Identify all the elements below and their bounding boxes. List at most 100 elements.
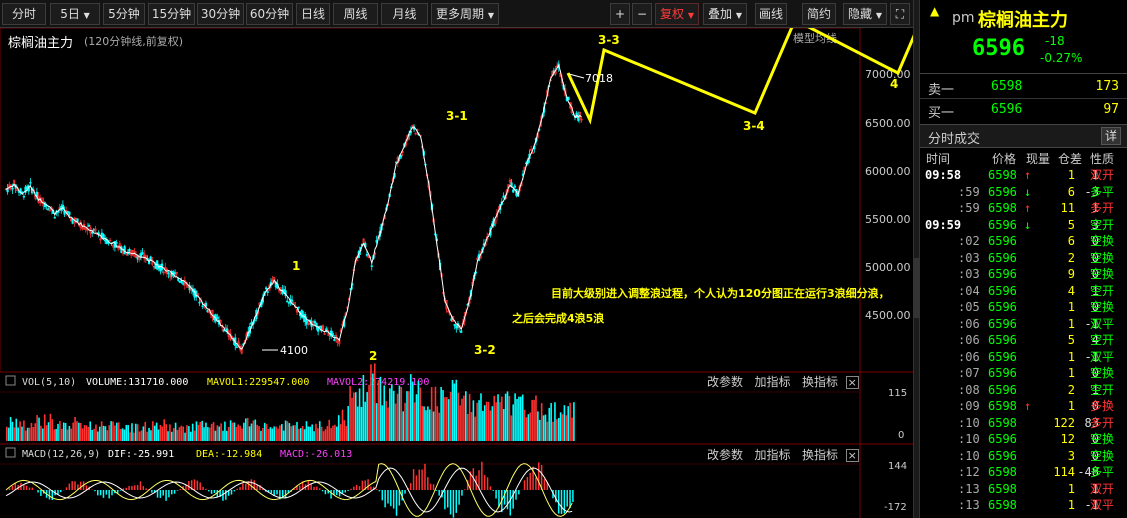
chart-area[interactable]: 7000.00 6500.00 6000.00 5500.00 5000.00 … xyxy=(0,28,913,518)
tick-time: :05 xyxy=(958,300,980,314)
volume-bar xyxy=(514,393,516,441)
period-tab-day[interactable]: 日线 xyxy=(296,3,330,25)
period-tab-5day[interactable]: 5日 ▼ xyxy=(50,3,100,25)
simple-mode-button[interactable]: 简约 xyxy=(802,3,836,25)
macd-indicator-name: MACD(12,26,9) xyxy=(22,449,100,460)
volume-switch-indicator-link[interactable]: 换指标 xyxy=(802,375,838,389)
volume-bar xyxy=(224,421,226,441)
volume-bar xyxy=(506,391,509,441)
macd-bar xyxy=(222,490,224,501)
macd-bar xyxy=(236,488,238,490)
tick-row: :07 6596 1 0 空换 xyxy=(920,365,1127,382)
volume-bar xyxy=(229,420,232,441)
chevron-down-icon: ▼ xyxy=(83,11,90,20)
volume-add-indicator-link[interactable]: 加指标 xyxy=(754,375,790,389)
contract-name: 棕榈油主力 xyxy=(978,10,1068,31)
volume-bar xyxy=(565,415,568,441)
mavol1-value: MAVOL1:229547.000 xyxy=(207,377,309,388)
period-tab-intraday[interactable]: 分时 xyxy=(2,3,46,25)
volume-bar xyxy=(485,401,488,441)
tick-time: :10 xyxy=(958,432,980,446)
col-time: 时间 xyxy=(926,152,951,166)
period-tab-60min[interactable]: 60分钟 xyxy=(246,3,293,25)
volume-bar xyxy=(246,418,249,441)
candle-body xyxy=(22,195,25,198)
volume-help-icon[interactable] xyxy=(5,375,16,386)
wave-label-3-4: 3-4 xyxy=(743,119,765,133)
macd-bar xyxy=(40,490,42,496)
period-tab-month[interactable]: 月线 xyxy=(381,3,428,25)
overlay-button[interactable]: 叠加 ▼ xyxy=(703,3,747,25)
macd-help-icon[interactable] xyxy=(5,447,16,458)
macd-bar xyxy=(313,486,315,490)
volume-bar xyxy=(129,432,131,441)
volume-edit-params-link[interactable]: 改参数 xyxy=(707,375,743,389)
macd-axis-bottom: -172 xyxy=(884,502,907,513)
volume-bar xyxy=(148,427,150,441)
tick-time: :04 xyxy=(958,283,980,298)
macd-bar xyxy=(8,488,11,490)
zoom-out-button[interactable]: − xyxy=(632,3,652,25)
volume-bar xyxy=(501,396,503,441)
tick-row: :05 6596 1 0 空换 xyxy=(920,299,1127,316)
period-tab-week[interactable]: 周线 xyxy=(333,3,378,25)
macd-switch-indicator-link[interactable]: 换指标 xyxy=(802,448,838,462)
close-icon[interactable]: × xyxy=(845,449,859,462)
hide-button[interactable]: 隐藏 ▼ xyxy=(843,3,887,25)
macd-bar xyxy=(142,486,145,490)
volume-bar xyxy=(440,386,442,441)
macd-bar xyxy=(25,485,28,490)
macd-bar xyxy=(452,490,455,518)
ask-label: 卖一 xyxy=(928,83,955,98)
macd-bar xyxy=(424,463,426,490)
volume-bar xyxy=(180,425,183,441)
macd-add-indicator-link[interactable]: 加指标 xyxy=(754,448,790,462)
tick-nature: 双开 xyxy=(1090,168,1115,182)
detail-button[interactable]: 详 xyxy=(1101,127,1121,145)
macd-bar xyxy=(486,477,489,490)
volume-bar xyxy=(436,406,439,441)
macd-bar xyxy=(318,488,321,490)
candle-body xyxy=(198,301,201,304)
volume-bar xyxy=(356,406,359,441)
draw-line-button[interactable]: 画线 xyxy=(755,3,787,25)
volume-bar xyxy=(391,384,393,441)
sidebar-collapse-handle[interactable] xyxy=(913,0,920,518)
last-price: 6596 xyxy=(972,36,1025,61)
tick-nature: 空换 xyxy=(1090,234,1115,248)
macd-bar xyxy=(99,490,102,496)
tick-price: 6596 xyxy=(988,432,1017,446)
volume-bar xyxy=(381,405,384,441)
macd-bar xyxy=(28,487,31,490)
tick-row: :08 6596 2 1 空开 xyxy=(920,382,1127,399)
volume-bar xyxy=(544,414,547,441)
candle-body xyxy=(370,265,373,267)
tick-volume: 122 xyxy=(1053,415,1075,430)
fullscreen-icon[interactable]: ⛶ xyxy=(890,3,910,25)
period-tab-more[interactable]: 更多周期 ▼ xyxy=(431,3,499,25)
macd-bar xyxy=(60,490,62,493)
macd-edit-params-link[interactable]: 改参数 xyxy=(707,448,743,462)
volume-bar xyxy=(529,412,532,441)
volume-bar xyxy=(428,409,431,441)
tick-row: :59 6596 ↓ 6 -3 多平 xyxy=(920,184,1127,201)
adjust-price-button[interactable]: 复权 ▼ xyxy=(655,3,699,25)
period-tab-5min[interactable]: 5分钟 xyxy=(103,3,145,25)
volume-bar xyxy=(470,411,473,441)
scroll-handle[interactable] xyxy=(914,258,919,318)
close-icon[interactable]: × xyxy=(845,376,859,389)
macd-bar xyxy=(94,490,96,492)
macd-bar xyxy=(350,488,352,490)
volume-bar xyxy=(13,427,16,441)
candle-body xyxy=(512,189,515,193)
macd-bar xyxy=(438,490,440,496)
zoom-in-button[interactable]: + xyxy=(610,3,630,25)
volume-bar xyxy=(6,426,8,441)
period-tab-15min[interactable]: 15分钟 xyxy=(148,3,195,25)
volume-bar xyxy=(298,428,300,441)
tick-time: :09 xyxy=(958,399,980,413)
volume-bar xyxy=(400,387,403,441)
bid-label: 买一 xyxy=(928,106,955,121)
period-tab-30min[interactable]: 30分钟 xyxy=(197,3,244,25)
volume-bar xyxy=(250,423,253,441)
